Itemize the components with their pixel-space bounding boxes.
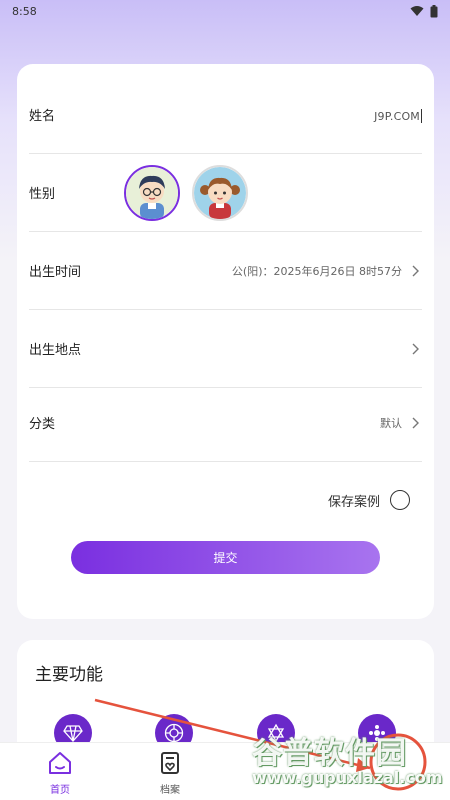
avatar-boy[interactable] [124,165,180,221]
gender-options [124,154,248,232]
chevron-right-icon [412,417,419,428]
category-value: 默认 [380,416,402,430]
wheel-icon [164,723,184,743]
category-picker[interactable]: 默认 [380,415,422,431]
status-icons [410,4,438,18]
birth-place-row[interactable]: 出生地点 [29,310,422,388]
category-label: 分类 [29,417,56,432]
name-row[interactable]: 姓名 J9P.COM [29,76,422,154]
save-case-radio[interactable] [390,490,410,510]
tab-archive[interactable]: 档案 [140,749,200,796]
avatar-girl[interactable] [192,165,248,221]
tab-home-label: 首页 [50,785,70,796]
wifi-icon [410,6,424,16]
status-time: 8:58 [12,4,37,18]
submit-button[interactable]: 提交 [71,541,380,574]
birth-time-value: 公(阳)：2025年6月26日 8时57分 [231,264,402,278]
status-bar: 8:58 [0,0,450,22]
gender-row: 性别 [29,154,422,232]
chevron-right-icon [412,343,419,354]
text-cursor [421,108,422,123]
save-case-row[interactable]: 保存案例 [328,490,410,510]
archive-icon [161,752,179,774]
gem-icon [63,725,83,742]
name-value: J9P.COM [374,110,420,123]
lotus-icon [369,725,385,741]
gender-label: 性别 [29,187,56,202]
home-icon [49,752,71,774]
bottom-tab-bar: 首页 档案 [0,742,450,800]
boy-avatar-icon [126,167,178,219]
battery-icon [430,4,438,17]
tab-home[interactable]: 首页 [30,749,90,796]
girl-avatar-icon [194,167,246,219]
features-title: 主要功能 [35,665,103,685]
birth-time-picker[interactable]: 公(阳)：2025年6月26日 8时57分 [232,263,422,279]
hexagram-icon [267,723,285,743]
birth-time-label: 出生时间 [29,265,82,280]
name-label: 姓名 [29,109,56,124]
form-card: 姓名 J9P.COM 性别 出生时间 公(阳)：2025年6月26日 8时57分… [17,64,434,619]
birth-place-label: 出生地点 [29,343,82,358]
chevron-right-icon [412,265,419,276]
category-row[interactable]: 分类 默认 [29,384,422,462]
birth-place-picker[interactable] [402,342,422,356]
tab-archive-label: 档案 [160,785,180,796]
save-case-label: 保存案例 [327,494,380,510]
name-input[interactable]: J9P.COM [374,105,422,124]
birth-time-row[interactable]: 出生时间 公(阳)：2025年6月26日 8时57分 [29,232,422,310]
